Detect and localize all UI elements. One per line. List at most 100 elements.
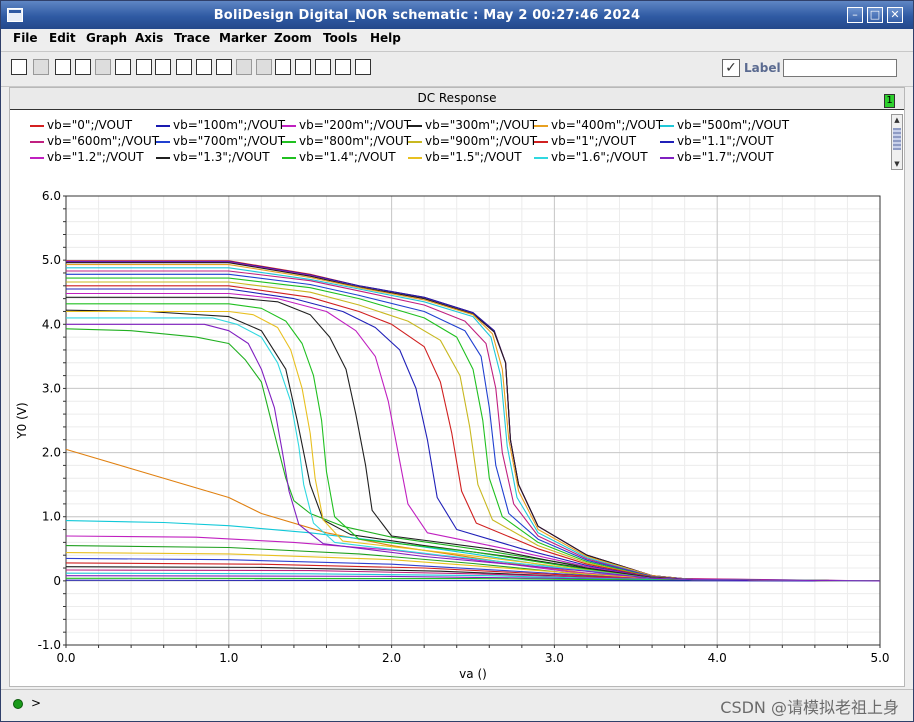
legend-label: vb="1.7";/VOUT [677, 150, 774, 164]
fit-vertical-icon[interactable] [295, 59, 311, 75]
maximize-button[interactable]: □ [867, 7, 883, 23]
legend-label: vb="1.1";/VOUT [677, 134, 774, 148]
legend-swatch [282, 125, 296, 127]
menu-help[interactable]: Help [370, 31, 401, 45]
x-tick-label: 3.0 [545, 651, 564, 665]
app-window: BoliDesign Digital_NOR schematic : May 2… [0, 0, 914, 722]
plot-panel: 0.0 1.0 2.0 3.0 4.0 5.0 -1.0 0 1.0 2.0 3.0 4.0 5.0 6.… [9, 87, 905, 687]
legend-label: vb="1.4";/VOUT [299, 150, 396, 164]
legend-label: vb="100m";/VOUT [173, 118, 286, 132]
menu-edit[interactable]: Edit [49, 31, 76, 45]
window-title: BoliDesign Digital_NOR schematic : May 2… [213, 8, 641, 23]
legend-swatch [282, 157, 296, 159]
zoom-fit-icon[interactable] [115, 59, 131, 75]
y-axis-label: Y0 (V) [15, 402, 29, 439]
legend-swatch [30, 141, 44, 143]
legend: vb="0";/VOUT vb="100m";/VOUT vb="200m";/VO… [30, 118, 890, 170]
hatch-alt-icon[interactable] [256, 59, 272, 75]
fit-horizontal-icon[interactable] [315, 59, 331, 75]
panel-number-badge[interactable]: 1 [884, 94, 895, 108]
label-input[interactable] [783, 59, 897, 77]
fit-all-icon[interactable] [335, 59, 351, 75]
legend-label: vb="600m";/VOUT [47, 134, 160, 148]
legend-label: vb="1.3";/VOUT [173, 150, 270, 164]
legend-label: vb="400m";/VOUT [551, 118, 664, 132]
legend-swatch [156, 157, 170, 159]
x-tick-label: 4.0 [708, 651, 727, 665]
legend-label: vb="300m";/VOUT [425, 118, 538, 132]
add-window-icon[interactable] [155, 59, 171, 75]
menu-marker[interactable]: Marker [219, 31, 267, 45]
legend-swatch [534, 141, 548, 143]
legend-label: vb="1.5";/VOUT [425, 150, 522, 164]
strip-icon[interactable] [75, 59, 91, 75]
menu-trace[interactable]: Trace [174, 31, 210, 45]
command-prompt[interactable]: > [31, 696, 41, 710]
legend-label: vb="800m";/VOUT [299, 134, 412, 148]
plot-title: DC Response [417, 91, 497, 105]
legend-swatch [408, 141, 422, 143]
status-bar: > CSDN @请模拟老祖上身 [1, 689, 913, 720]
scroll-down-icon[interactable]: ▼ [892, 159, 902, 169]
legend-swatch [534, 157, 548, 159]
legend-swatch [660, 141, 674, 143]
dc-response-chart[interactable]: 0.0 1.0 2.0 3.0 4.0 5.0 -1.0 0 1.0 2.0 3.0 4.0 5.0 6.… [10, 88, 904, 686]
x-tick-label: 0.0 [56, 651, 75, 665]
watermark: CSDN @请模拟老祖上身 [720, 698, 899, 717]
capture-icon[interactable] [33, 59, 49, 75]
menu-bar: File Edit Graph Axis Trace Marker Zoom T… [1, 29, 913, 49]
label-checkbox[interactable]: ✓ [722, 59, 740, 77]
legend-label: vb="1";/VOUT [551, 134, 637, 148]
legend-swatch [534, 125, 548, 127]
legend-swatch [156, 125, 170, 127]
y-tick-label: 3.0 [42, 381, 61, 395]
menu-tools[interactable]: Tools [323, 31, 357, 45]
toolbar: ✓ Label [1, 51, 913, 87]
x-tick-label: 1.0 [219, 651, 238, 665]
table-icon[interactable] [216, 59, 232, 75]
scroll-up-icon[interactable]: ▲ [892, 115, 902, 125]
blank-icon[interactable] [95, 59, 111, 75]
menu-axis[interactable]: Axis [135, 31, 163, 45]
title-bar[interactable]: BoliDesign Digital_NOR schematic : May 2… [1, 1, 913, 29]
x-axis-label: va () [459, 667, 487, 681]
delete-window-icon[interactable] [176, 59, 192, 75]
calculator-icon[interactable] [275, 59, 291, 75]
y-tick-label: 2.0 [42, 446, 61, 460]
legend-label: vb="1.6";/VOUT [551, 150, 648, 164]
y-tick-label: 4.0 [42, 317, 61, 331]
close-button[interactable]: ✕ [887, 7, 903, 23]
legend-label: vb="0";/VOUT [47, 118, 133, 132]
plot-title-bar: DC Response 1 [10, 88, 904, 110]
menu-zoom[interactable]: Zoom [274, 31, 312, 45]
y-tick-label: 1.0 [42, 510, 61, 524]
legend-swatch [660, 125, 674, 127]
scroll-thumb[interactable] [893, 128, 901, 150]
menu-graph[interactable]: Graph [86, 31, 127, 45]
x-tick-label: 5.0 [870, 651, 889, 665]
legend-label: vb="500m";/VOUT [677, 118, 790, 132]
menu-file[interactable]: File [13, 31, 38, 45]
legend-label: vb="900m";/VOUT [425, 134, 538, 148]
y-tick-label: -1.0 [38, 638, 61, 652]
grid-icon[interactable] [55, 59, 71, 75]
legend-swatch [408, 157, 422, 159]
legend-swatch [660, 157, 674, 159]
add-label-icon[interactable] [196, 59, 212, 75]
hatch-icon[interactable] [236, 59, 252, 75]
zoom-out-icon[interactable] [355, 59, 371, 75]
legend-label: vb="200m";/VOUT [299, 118, 412, 132]
y-tick-label: 5.0 [42, 253, 61, 267]
y-tick-label: 0 [53, 574, 61, 588]
legend-swatch [156, 141, 170, 143]
y-tick-label: 6.0 [42, 189, 61, 203]
legend-swatch [30, 125, 44, 127]
zoom-box-icon[interactable] [136, 59, 152, 75]
legend-scrollbar[interactable]: ▲ ▼ [891, 114, 903, 170]
label-caption: Label [744, 61, 781, 75]
minimize-button[interactable]: – [847, 7, 863, 23]
legend-swatch [408, 125, 422, 127]
legend-swatch [282, 141, 296, 143]
status-indicator-icon [13, 699, 23, 709]
print-icon[interactable] [11, 59, 27, 75]
